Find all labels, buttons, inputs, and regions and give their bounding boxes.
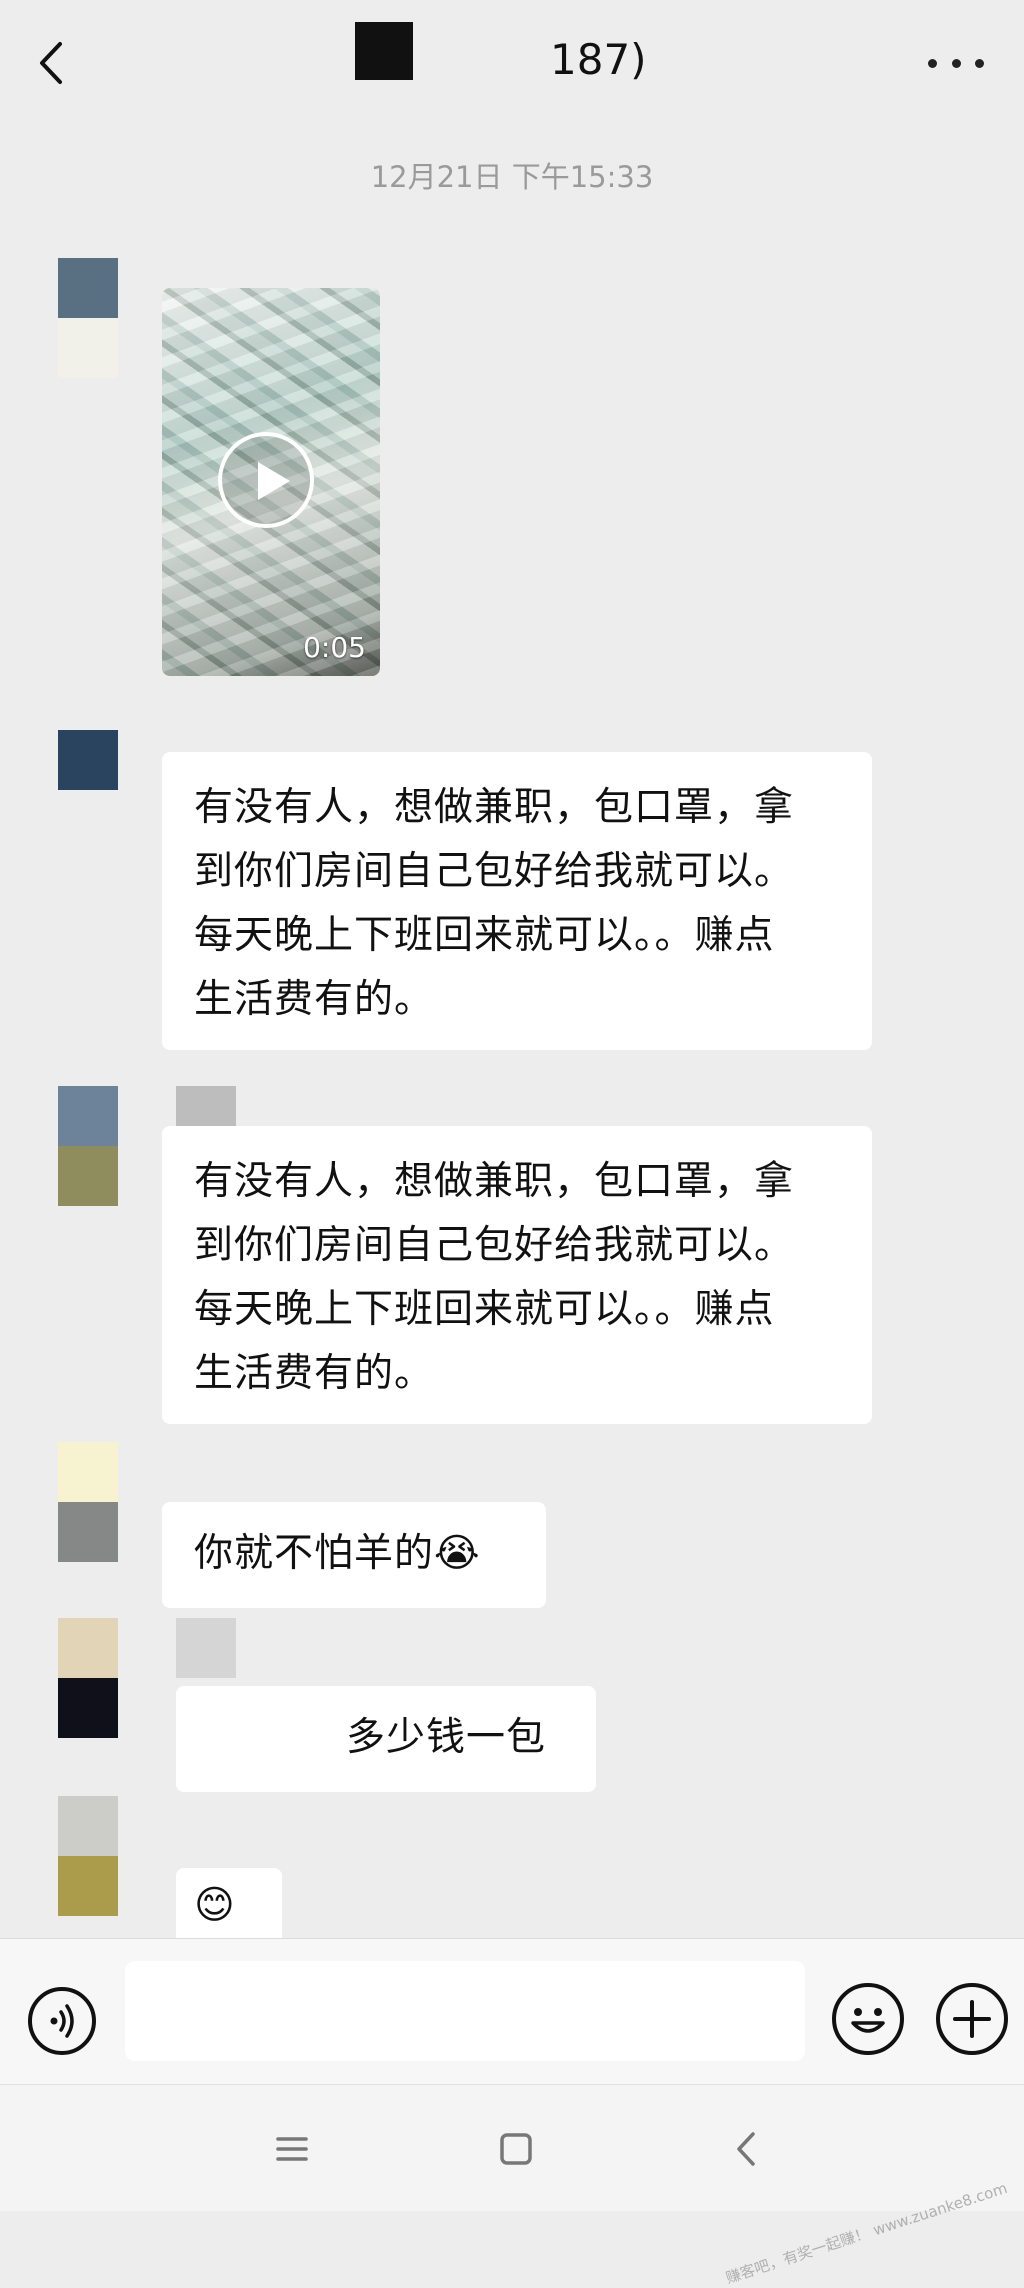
system-back-button[interactable]: [722, 2125, 770, 2173]
message-line: 到你们房间自己包好给我就可以。: [194, 849, 795, 894]
plus-icon: [953, 2000, 991, 2038]
back-button[interactable]: [30, 36, 70, 90]
message-text: 你就不怕羊的: [194, 1531, 435, 1576]
avatar[interactable]: [58, 258, 118, 378]
voice-button[interactable]: [28, 1987, 96, 2055]
text-message[interactable]: 有没有人，想做兼职，包口罩，拿 到你们房间自己包好给我就可以。 每天晚上下班回来…: [162, 752, 872, 1050]
avatar[interactable]: [58, 1086, 118, 1206]
emoji-icon: [851, 2008, 885, 2033]
message-input[interactable]: [125, 1961, 805, 2061]
play-icon[interactable]: [218, 432, 314, 528]
watermark: 赚客吧，有奖一起赚！ www.zuanke8.com: [723, 2178, 1010, 2288]
crying-laughing-emoji: 😭: [434, 1531, 481, 1576]
message-line: 每天晚上下班回来就可以。。赚点: [194, 1287, 775, 1332]
back-icon: [737, 2132, 755, 2166]
text-message[interactable]: 你就不怕羊的😭: [162, 1502, 546, 1608]
avatar[interactable]: [58, 1618, 118, 1738]
message-line: 有没有人，想做兼职，包口罩，拿: [194, 1159, 795, 1204]
message-text: 多少钱一包: [346, 1715, 547, 1760]
voice-icon: [50, 2004, 74, 2038]
home-button[interactable]: [492, 2125, 540, 2173]
more-button[interactable]: [928, 46, 984, 80]
chat-header: 187): [0, 0, 1024, 126]
message-line: 到你们房间自己包好给我就可以。: [194, 1223, 795, 1268]
message-timestamp: 12月21日 下午15:33: [370, 160, 654, 194]
avatar[interactable]: [58, 730, 118, 850]
menu-button[interactable]: [268, 2125, 316, 2173]
chat-input-bar: [0, 1938, 1024, 2085]
message-line: 每天晚上下班回来就可以。。赚点: [194, 913, 775, 958]
emoji-message[interactable]: 😊: [176, 1868, 282, 1938]
menu-icon: [276, 2137, 308, 2161]
avatar[interactable]: [58, 1796, 118, 1916]
sender-avatar-small: [176, 1618, 236, 1678]
home-icon: [500, 2133, 532, 2165]
video-message[interactable]: 0:05: [162, 288, 380, 676]
text-message[interactable]: 多少钱一包: [176, 1686, 596, 1792]
system-navigation-bar: 赚客吧，有奖一起赚！ www.zuanke8.com: [0, 2084, 1024, 2287]
chevron-left-icon: [40, 42, 62, 84]
message-line: 有没有人，想做兼职，包口罩，拿: [194, 785, 795, 830]
text-message[interactable]: 有没有人，想做兼职，包口罩，拿 到你们房间自己包好给我就可以。 每天晚上下班回来…: [162, 1126, 872, 1424]
message-line: 生活费有的。: [194, 1351, 435, 1396]
chat-title: 187): [550, 35, 647, 84]
plus-button[interactable]: [936, 1983, 1008, 2055]
avatar[interactable]: [58, 1442, 118, 1562]
emoji-button[interactable]: [832, 1983, 904, 2055]
smiling-emoji: 😊: [194, 1883, 236, 1928]
more-dots-icon: [928, 58, 937, 68]
message-line: 生活费有的。: [194, 977, 435, 1022]
title-redaction: [355, 22, 413, 80]
video-duration: 0:05: [303, 631, 366, 664]
